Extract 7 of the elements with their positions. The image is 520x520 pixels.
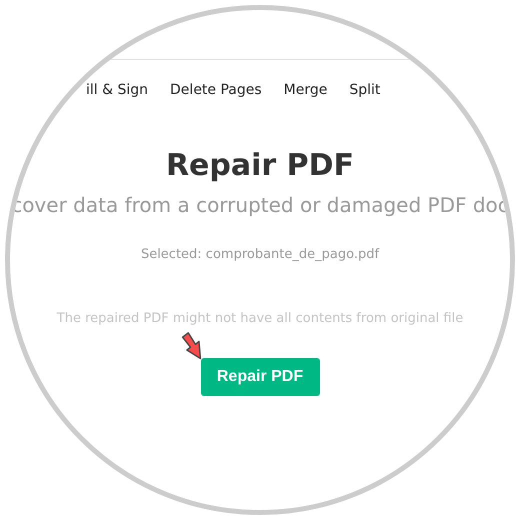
page-title: Repair PDF xyxy=(166,151,354,181)
nav-link[interactable]: ill & Sign xyxy=(86,80,148,101)
nav-link[interactable]: Merge xyxy=(284,80,328,101)
warning-note: The repaired PDF might not have all contents from original file xyxy=(56,310,464,328)
nav-link[interactable]: Delete Pages xyxy=(170,80,262,101)
selected-file-text: Selected: comprobante_de_pago.pdf xyxy=(140,246,380,264)
nav-link[interactable]: Split xyxy=(349,80,380,101)
